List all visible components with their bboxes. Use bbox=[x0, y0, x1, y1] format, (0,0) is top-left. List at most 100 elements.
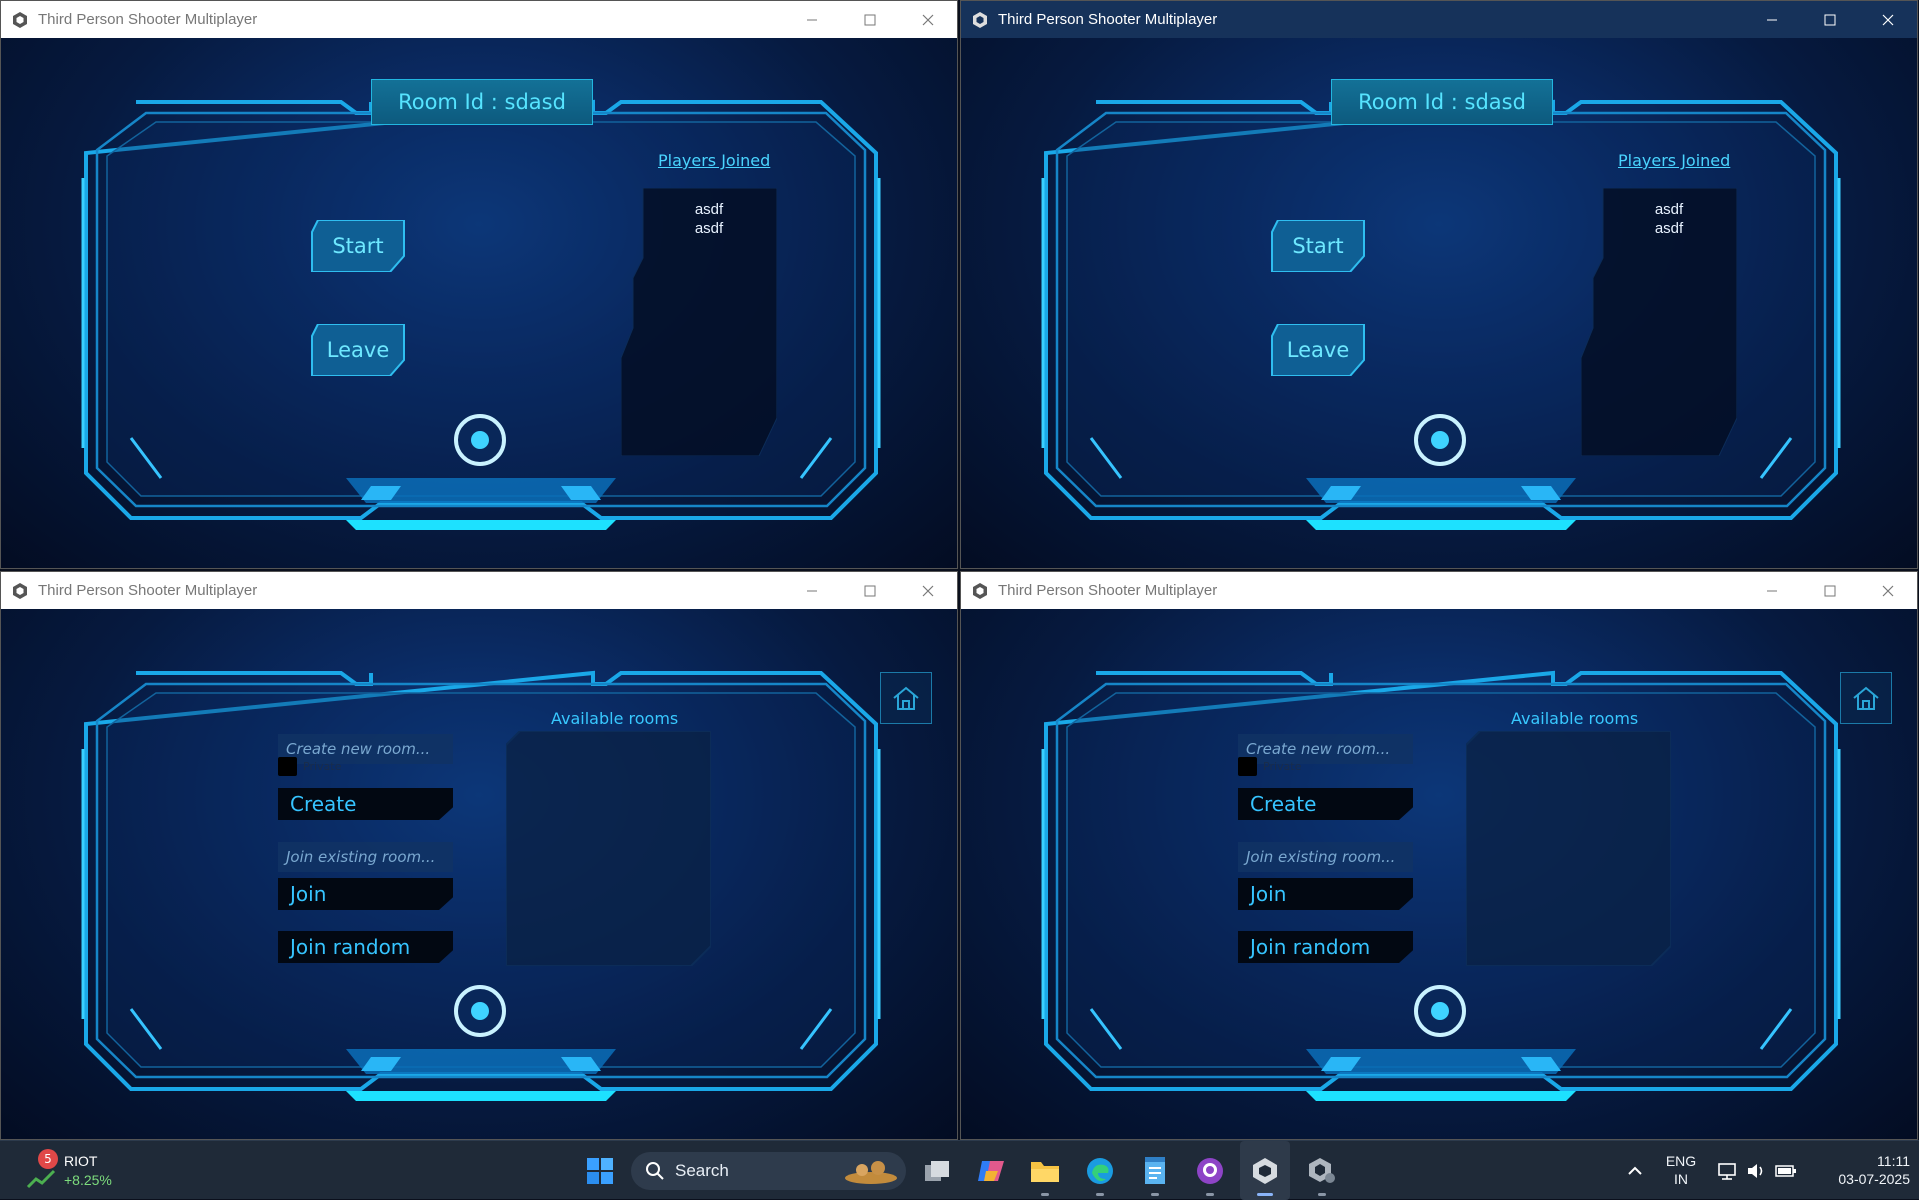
windows-logo-icon bbox=[587, 1157, 613, 1184]
private-toggle[interactable]: Private bbox=[278, 757, 341, 776]
window-titlebar[interactable]: Third Person Shooter Multiplayer bbox=[1, 572, 957, 609]
window-titlebar[interactable]: Third Person Shooter Multiplayer bbox=[961, 1, 1917, 38]
players-list: asdf asdf bbox=[1603, 200, 1735, 238]
maximize-button[interactable] bbox=[1801, 572, 1859, 609]
available-rooms-panel[interactable] bbox=[506, 731, 711, 966]
unity-game-button[interactable] bbox=[1240, 1141, 1290, 1200]
notepad-button[interactable] bbox=[1135, 1141, 1175, 1200]
create-button[interactable]: Create bbox=[1238, 788, 1413, 820]
start-label: Start bbox=[332, 234, 384, 258]
join-room-input[interactable]: Join existing room... bbox=[1238, 842, 1413, 872]
taskbar: 5 RIOT +8.25% Search ENG IN 11:11 03-07-… bbox=[0, 1140, 1919, 1200]
game-window-lobby-2[interactable]: Third Person Shooter Multiplayer Room Id… bbox=[960, 0, 1918, 569]
window-titlebar[interactable]: Third Person Shooter Multiplayer bbox=[961, 572, 1917, 609]
minimize-button[interactable] bbox=[1743, 572, 1801, 609]
github-desktop-button[interactable] bbox=[1190, 1141, 1230, 1200]
stock-trend-icon bbox=[26, 1169, 56, 1189]
volume-icon-button[interactable] bbox=[1744, 1141, 1768, 1200]
close-icon bbox=[1882, 14, 1894, 25]
show-hidden-icons-button[interactable] bbox=[1620, 1141, 1650, 1200]
close-icon bbox=[1882, 585, 1894, 596]
taskbar-search[interactable]: Search bbox=[631, 1152, 906, 1190]
window-title: Third Person Shooter Multiplayer bbox=[38, 11, 258, 28]
game-window-menu-2[interactable]: Third Person Shooter Multiplayer Availab… bbox=[960, 571, 1918, 1140]
start-button[interactable]: Start bbox=[1268, 220, 1368, 272]
stock-widget[interactable]: 5 RIOT +8.25% bbox=[20, 1149, 130, 1193]
player-name: asdf bbox=[694, 201, 724, 218]
minimize-icon bbox=[1767, 590, 1777, 591]
running-indicator bbox=[1096, 1193, 1104, 1196]
available-rooms-title: Available rooms bbox=[551, 709, 679, 728]
player-name: asdf bbox=[1654, 201, 1684, 218]
available-rooms-title: Available rooms bbox=[1511, 709, 1639, 728]
close-button[interactable] bbox=[899, 1, 957, 38]
search-highlight-icon bbox=[845, 1161, 897, 1184]
game-viewport: Room Id : sdasd Players Joined asdf asdf… bbox=[961, 38, 1917, 568]
network-icon-button[interactable] bbox=[1714, 1141, 1740, 1200]
join-button[interactable]: Join bbox=[1238, 878, 1413, 910]
notepad-icon bbox=[1145, 1156, 1165, 1184]
active-indicator bbox=[1257, 1193, 1273, 1196]
window-title: Third Person Shooter Multiplayer bbox=[998, 582, 1218, 599]
file-explorer-button[interactable] bbox=[1025, 1141, 1065, 1200]
close-button[interactable] bbox=[1859, 1, 1917, 38]
private-checkbox[interactable] bbox=[278, 757, 297, 776]
available-rooms-panel[interactable] bbox=[1466, 731, 1671, 966]
search-label: Search bbox=[675, 1161, 729, 1180]
join-room-input[interactable]: Join existing room... bbox=[278, 842, 453, 872]
running-indicator bbox=[1041, 1193, 1049, 1196]
unity-hub-icon bbox=[1309, 1157, 1335, 1183]
leave-label: Leave bbox=[1286, 338, 1350, 362]
chevron-up-icon bbox=[1628, 1166, 1642, 1175]
network-icon bbox=[1718, 1162, 1736, 1180]
join-random-button[interactable]: Join random bbox=[1238, 931, 1413, 963]
unity-app-icon bbox=[13, 11, 27, 28]
private-checkbox[interactable] bbox=[1238, 757, 1257, 776]
battery-icon-button[interactable] bbox=[1772, 1141, 1800, 1200]
home-icon bbox=[893, 686, 919, 710]
unity-app-icon bbox=[13, 582, 27, 599]
game-window-menu-1[interactable]: Third Person Shooter Multiplayer Availab… bbox=[0, 571, 958, 1140]
stock-change: +8.25% bbox=[64, 1172, 112, 1188]
hud-frame bbox=[961, 609, 1918, 1140]
game-window-lobby-1[interactable]: Third Person Shooter Multiplayer Room Id… bbox=[0, 0, 958, 569]
minimize-button[interactable] bbox=[783, 1, 841, 38]
home-icon bbox=[1853, 686, 1879, 710]
start-button[interactable]: Start bbox=[308, 220, 408, 272]
private-label: Private bbox=[303, 760, 342, 773]
window-titlebar[interactable]: Third Person Shooter Multiplayer bbox=[1, 1, 957, 38]
leave-button[interactable]: Leave bbox=[1268, 324, 1368, 376]
maximize-icon bbox=[864, 585, 876, 596]
unity-hub-button[interactable] bbox=[1302, 1141, 1342, 1200]
edge-button[interactable] bbox=[1080, 1141, 1120, 1200]
room-id-label: Room Id : sdasd bbox=[371, 79, 593, 125]
leave-label: Leave bbox=[326, 338, 390, 362]
maximize-button[interactable] bbox=[1801, 1, 1859, 38]
home-button[interactable] bbox=[880, 672, 932, 724]
players-joined-title: Players Joined bbox=[658, 151, 771, 170]
maximize-button[interactable] bbox=[841, 1, 899, 38]
clock[interactable]: 11:11 03-07-2025 bbox=[1810, 1152, 1910, 1188]
minimize-button[interactable] bbox=[1743, 1, 1801, 38]
copilot-button[interactable] bbox=[971, 1141, 1011, 1200]
private-toggle[interactable]: Private bbox=[1238, 757, 1301, 776]
minimize-icon bbox=[807, 590, 817, 591]
home-button[interactable] bbox=[1840, 672, 1892, 724]
join-random-button[interactable]: Join random bbox=[278, 931, 453, 963]
create-button[interactable]: Create bbox=[278, 788, 453, 820]
join-button[interactable]: Join bbox=[278, 878, 453, 910]
minimize-button[interactable] bbox=[783, 572, 841, 609]
maximize-icon bbox=[864, 14, 876, 25]
close-button[interactable] bbox=[899, 572, 957, 609]
task-view-button[interactable] bbox=[917, 1141, 957, 1200]
leave-button[interactable]: Leave bbox=[308, 324, 408, 376]
close-button[interactable] bbox=[1859, 572, 1917, 609]
language-indicator[interactable]: ENG IN bbox=[1658, 1152, 1704, 1188]
private-label: Private bbox=[1263, 760, 1302, 773]
clock-time: 11:11 bbox=[1877, 1153, 1910, 1169]
edge-browser-icon bbox=[1087, 1157, 1113, 1184]
maximize-button[interactable] bbox=[841, 572, 899, 609]
minimize-icon bbox=[1767, 19, 1777, 20]
start-button[interactable] bbox=[580, 1141, 620, 1200]
start-label: Start bbox=[1292, 234, 1344, 258]
